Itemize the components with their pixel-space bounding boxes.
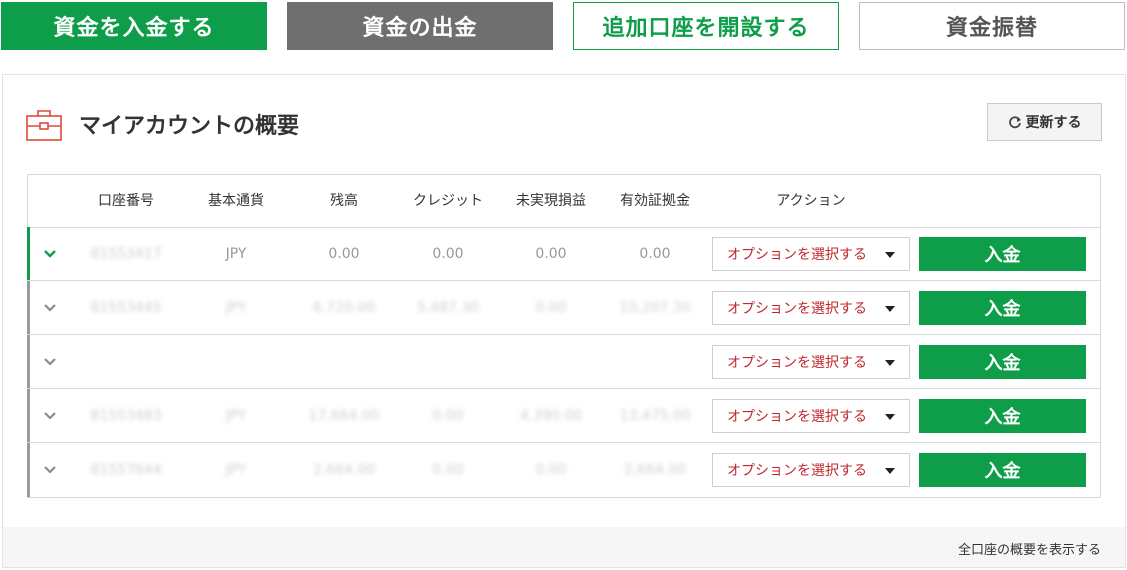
chevron-down-icon[interactable] bbox=[42, 300, 58, 316]
account-number: 81553417 bbox=[90, 246, 162, 262]
top-action-bar: 資金を入金する 資金の出金 追加口座を開設する 資金振替 bbox=[0, 0, 1127, 52]
row-deposit-button[interactable]: 入金 bbox=[919, 453, 1086, 487]
equity: 2,664.00 bbox=[623, 462, 687, 478]
accounts-table: 口座番号 基本通貨 残高 クレジット 未実現損益 有効証拠金 アクション 815… bbox=[27, 174, 1101, 498]
unrealized-pl: 0.00 bbox=[535, 300, 567, 316]
show-all-accounts-link[interactable]: 全口座の概要を表示する bbox=[958, 539, 1101, 558]
row-deposit-button[interactable]: 入金 bbox=[919, 291, 1086, 325]
account-number: 81553483 bbox=[90, 408, 162, 424]
table-row: 81557644 JPY 2,664.00 0.00 0.00 2,664.00… bbox=[27, 443, 1100, 497]
credit: 0.00 bbox=[432, 246, 464, 262]
unrealized-pl: 4,390.00 bbox=[519, 408, 583, 424]
options-select[interactable]: オプションを選択する bbox=[712, 345, 910, 379]
account-overview-card: マイアカウントの概要 更新する 口座番号 基本通貨 残高 クレジット 未実現損益… bbox=[3, 75, 1125, 527]
base-currency: JPY bbox=[225, 462, 247, 478]
equity: 0.00 bbox=[639, 246, 671, 262]
transfer-funds-button[interactable]: 資金振替 bbox=[859, 2, 1125, 50]
options-select-label: オプションを選択する bbox=[727, 463, 867, 479]
options-select-label: オプションを選択する bbox=[727, 301, 867, 317]
refresh-label: 更新する bbox=[1025, 115, 1082, 131]
page-title: マイアカウントの概要 bbox=[79, 114, 300, 139]
table-header: 口座番号 基本通貨 残高 クレジット 未実現損益 有効証拠金 アクション bbox=[28, 175, 1100, 228]
account-number: 81557644 bbox=[90, 462, 162, 478]
balance: 0.00 bbox=[328, 246, 360, 262]
base-currency: JPY bbox=[225, 246, 247, 262]
row-indicator bbox=[27, 443, 30, 497]
col-unrealized-pl: 未実現損益 bbox=[516, 193, 586, 209]
account-number: 81553445 bbox=[90, 300, 162, 316]
table-row: 81553483 JPY 17,664.00 0.00 4,390.00 13,… bbox=[27, 389, 1100, 443]
col-base-currency: 基本通貨 bbox=[208, 193, 264, 209]
row-indicator bbox=[27, 389, 30, 442]
chevron-down-icon[interactable] bbox=[42, 462, 58, 478]
row-deposit-button[interactable]: 入金 bbox=[919, 399, 1086, 433]
balance: 2,664.00 bbox=[312, 462, 376, 478]
col-credit: クレジット bbox=[413, 193, 483, 209]
open-additional-account-button[interactable]: 追加口座を開設する bbox=[573, 2, 839, 50]
row-deposit-button[interactable]: 入金 bbox=[919, 237, 1086, 271]
deposit-funds-button[interactable]: 資金を入金する bbox=[1, 2, 267, 50]
credit: 5,487.30 bbox=[416, 300, 480, 316]
briefcase-icon bbox=[26, 110, 62, 141]
caret-down-icon bbox=[885, 414, 895, 420]
unrealized-pl: 0.00 bbox=[535, 462, 567, 478]
base-currency: JPY bbox=[225, 408, 247, 424]
caret-down-icon bbox=[885, 468, 895, 474]
table-row: 81553445 JPY 6,720.00 5,487.30 0.00 10,2… bbox=[27, 281, 1100, 335]
options-select-label: オプションを選択する bbox=[727, 247, 867, 263]
chevron-down-icon[interactable] bbox=[42, 246, 58, 262]
credit: 0.00 bbox=[432, 462, 464, 478]
options-select-label: オプションを選択する bbox=[727, 355, 867, 371]
table-row: 81553417 JPY 0.00 0.00 0.00 0.00 オプションを選… bbox=[27, 227, 1100, 281]
options-select[interactable]: オプションを選択する bbox=[712, 291, 910, 325]
col-action: アクション bbox=[776, 193, 846, 209]
credit: 0.00 bbox=[432, 408, 464, 424]
col-equity: 有効証拠金 bbox=[620, 193, 690, 209]
col-balance: 残高 bbox=[330, 193, 358, 209]
base-currency: JPY bbox=[225, 300, 247, 316]
options-select[interactable]: オプションを選択する bbox=[712, 453, 910, 487]
refresh-icon bbox=[1008, 116, 1021, 129]
balance: 17,664.00 bbox=[308, 408, 380, 424]
caret-down-icon bbox=[885, 306, 895, 312]
equity: 10,207.30 bbox=[619, 300, 691, 316]
chevron-down-icon[interactable] bbox=[42, 408, 58, 424]
equity: 13,475.00 bbox=[619, 408, 691, 424]
refresh-button[interactable]: 更新する bbox=[987, 103, 1102, 141]
caret-down-icon bbox=[885, 360, 895, 366]
row-indicator bbox=[27, 335, 30, 388]
withdraw-funds-button[interactable]: 資金の出金 bbox=[287, 2, 553, 50]
caret-down-icon bbox=[885, 252, 895, 258]
row-indicator bbox=[27, 227, 30, 280]
options-select-label: オプションを選択する bbox=[727, 409, 867, 425]
options-select[interactable]: オプションを選択する bbox=[712, 399, 910, 433]
account-overview-panel: マイアカウントの概要 更新する 口座番号 基本通貨 残高 クレジット 未実現損益… bbox=[2, 74, 1126, 568]
balance: 6,720.00 bbox=[312, 300, 376, 316]
row-deposit-button[interactable]: 入金 bbox=[919, 345, 1086, 379]
unrealized-pl: 0.00 bbox=[535, 246, 567, 262]
table-row: オプションを選択する 入金 bbox=[27, 335, 1100, 389]
col-account-number: 口座番号 bbox=[98, 193, 154, 209]
chevron-down-icon[interactable] bbox=[42, 354, 58, 370]
row-indicator bbox=[27, 281, 30, 334]
options-select[interactable]: オプションを選択する bbox=[712, 237, 910, 271]
